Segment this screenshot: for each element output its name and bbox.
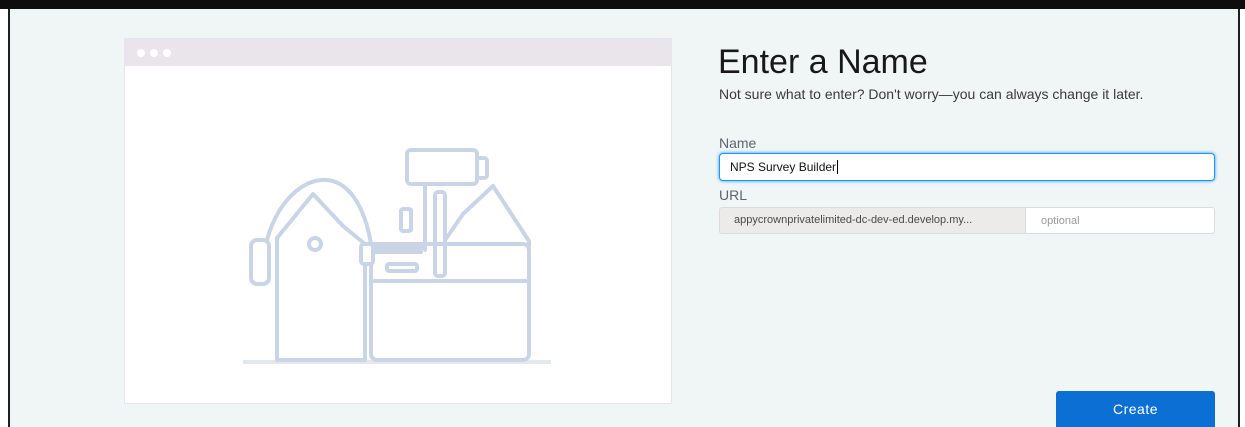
window-dot-icon: [150, 49, 158, 57]
preview-window-bar: [125, 39, 671, 66]
tag-body: [275, 192, 367, 362]
toolbox-body: [369, 242, 531, 362]
name-field-value: NPS Survey Builder: [730, 160, 837, 174]
small-handle: [399, 207, 413, 233]
window-dot-icon: [163, 49, 171, 57]
toolbox-icon: [243, 148, 551, 364]
create-button[interactable]: Create: [1056, 391, 1215, 427]
text-caret: [837, 160, 839, 174]
preview-card: [125, 39, 671, 403]
box-lid: [439, 184, 531, 248]
name-label: Name: [719, 135, 757, 151]
crank-head: [405, 148, 479, 186]
hook-clamp: [249, 238, 271, 286]
window-dot-icon: [137, 49, 145, 57]
crank-tip: [475, 156, 489, 180]
tag-hole: [307, 236, 323, 252]
url-prefix: appycrownprivatelimited-dc-dev-ed.develo…: [719, 207, 1025, 234]
crank-post: [433, 190, 447, 278]
name-field[interactable]: NPS Survey Builder: [719, 153, 1215, 181]
hook-end: [359, 242, 375, 266]
top-edge: [0, 0, 1245, 9]
page-subtitle: Not sure what to enter? Don't worry—you …: [719, 86, 1144, 102]
page-title: Enter a Name: [718, 43, 928, 81]
url-field[interactable]: [1025, 207, 1215, 234]
latch: [385, 262, 419, 273]
url-label: URL: [719, 187, 748, 203]
